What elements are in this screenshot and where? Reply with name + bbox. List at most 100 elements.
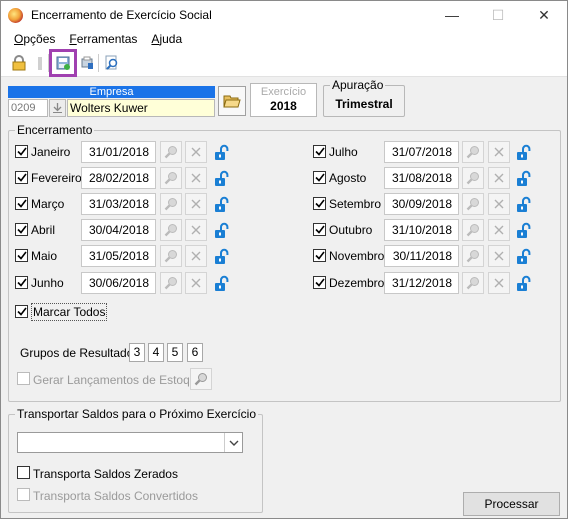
month-date-field[interactable]: 31/07/2018: [384, 141, 459, 163]
month-label: Setembro: [329, 197, 382, 211]
transporta-zerados-label: Transporta Saldos Zerados: [33, 467, 178, 481]
minimize-button[interactable]: —: [429, 1, 475, 29]
month-clear-button[interactable]: [488, 193, 510, 215]
month-search-button[interactable]: [462, 219, 484, 241]
month-row-setembro: Setembro 30/09/2018: [1, 193, 561, 215]
month-clear-button[interactable]: [488, 219, 510, 241]
unlock-icon[interactable]: [514, 195, 532, 213]
month-label: Dezembro: [329, 276, 385, 290]
transportar-select[interactable]: [17, 432, 243, 453]
empresa-code-field[interactable]: 0209: [8, 99, 48, 117]
month-checkbox[interactable]: [313, 145, 326, 158]
toolbar-save-button[interactable]: [49, 49, 77, 77]
unlock-icon[interactable]: [514, 274, 532, 292]
month-row-julho: Julho 31/07/2018: [1, 141, 561, 163]
month-clear-button[interactable]: [488, 141, 510, 163]
month-search-button[interactable]: [462, 141, 484, 163]
month-checkbox[interactable]: [313, 171, 326, 184]
gerar-lancamentos-label: Gerar Lançamentos de Estoque: [33, 373, 204, 387]
print-icon: [81, 56, 93, 69]
checkmark-icon: [16, 307, 27, 316]
grupo-field[interactable]: 4: [148, 343, 164, 362]
checkmark-icon: [314, 251, 325, 260]
title-bar: Encerramento de Exercício Social — ☐ ✕: [1, 1, 567, 29]
empresa-name-field[interactable]: Wolters Kuwer: [67, 99, 215, 117]
unlock-icon[interactable]: [514, 221, 532, 239]
grupos-resultado-label: Grupos de Resultado:: [20, 346, 137, 360]
grupo-field[interactable]: 6: [187, 343, 203, 362]
close-button[interactable]: ✕: [521, 1, 567, 29]
exercicio-value: 2018: [270, 99, 297, 113]
month-date-field[interactable]: 31/08/2018: [384, 167, 459, 189]
key-icon: [38, 57, 42, 70]
month-date-field[interactable]: 30/11/2018: [384, 245, 459, 267]
unlock-icon[interactable]: [514, 247, 532, 265]
month-row-outubro: Outubro 31/10/2018: [1, 219, 561, 241]
month-clear-button[interactable]: [488, 245, 510, 267]
save-icon: [56, 56, 70, 70]
close-icon: [494, 225, 504, 235]
zoom-icon: [105, 55, 118, 70]
month-clear-button[interactable]: [488, 167, 510, 189]
grupo-field[interactable]: 3: [129, 343, 145, 362]
month-search-button[interactable]: [462, 193, 484, 215]
apuracao-label: Apuração: [330, 78, 386, 92]
month-checkbox[interactable]: [313, 223, 326, 236]
transporta-zerados-checkbox[interactable]: [17, 466, 30, 479]
chevron-down-icon: [229, 440, 238, 446]
dropdown-arrow[interactable]: [224, 433, 242, 452]
month-row-novembro: Novembro 30/11/2018: [1, 245, 561, 267]
menu-ajuda[interactable]: Ajuda: [144, 32, 189, 46]
apuracao-value: Trimestral: [335, 97, 393, 111]
encerramento-label: Encerramento: [15, 123, 95, 137]
month-checkbox[interactable]: [313, 197, 326, 210]
month-row-agosto: Agosto 31/08/2018: [1, 167, 561, 189]
menu-bar: Opções Ferramentas Ajuda: [1, 29, 567, 49]
window-title: Encerramento de Exercício Social: [31, 8, 212, 22]
apuracao-group: Apuração Trimestral: [323, 78, 405, 117]
month-row-dezembro: Dezembro 31/12/2018: [1, 272, 561, 294]
month-search-button[interactable]: [462, 272, 484, 294]
empresa-label: Empresa: [8, 86, 215, 98]
unlock-icon[interactable]: [514, 169, 532, 187]
month-date-field[interactable]: 31/10/2018: [384, 219, 459, 241]
month-date-field[interactable]: 30/09/2018: [384, 193, 459, 215]
toolbar-print-button[interactable]: [76, 52, 98, 74]
month-clear-button[interactable]: [488, 272, 510, 294]
transporta-convertidos-label: Transporta Saldos Convertidos: [33, 489, 198, 503]
folder-open-icon: [223, 95, 241, 108]
month-date-field[interactable]: 31/12/2018: [384, 272, 459, 294]
toolbar: [1, 49, 567, 77]
close-icon: [494, 173, 504, 183]
unlock-icon[interactable]: [514, 143, 532, 161]
close-icon: [494, 278, 504, 288]
gerar-lancamentos-search-button[interactable]: [190, 368, 212, 390]
checkmark-icon: [314, 278, 325, 287]
empresa-lookup-button[interactable]: [49, 99, 66, 117]
month-label: Outubro: [329, 223, 373, 237]
toolbar-lock-button[interactable]: [8, 52, 30, 74]
marcar-todos-checkbox[interactable]: [15, 305, 28, 318]
magnifier-icon: [466, 198, 479, 211]
grupo-field[interactable]: 5: [167, 343, 183, 362]
lock-icon: [12, 55, 26, 71]
month-search-button[interactable]: [462, 167, 484, 189]
menu-opcoes[interactable]: Opções: [7, 32, 62, 46]
month-search-button[interactable]: [462, 245, 484, 267]
close-icon: [494, 251, 504, 261]
checkmark-icon: [314, 225, 325, 234]
month-checkbox[interactable]: [313, 276, 326, 289]
month-label: Agosto: [329, 171, 367, 185]
checkmark-icon: [314, 199, 325, 208]
magnifier-icon: [466, 250, 479, 263]
toolbar-zoom-button[interactable]: [101, 52, 123, 74]
open-folder-button[interactable]: [218, 86, 246, 116]
magnifier-icon: [466, 172, 479, 185]
month-checkbox[interactable]: [313, 249, 326, 262]
transporta-convertidos-checkbox: [17, 488, 30, 501]
magnifier-icon: [466, 277, 479, 290]
checkmark-icon: [314, 147, 325, 156]
transportar-label: Transportar Saldos para o Próximo Exercí…: [15, 407, 258, 421]
menu-ferramentas[interactable]: Ferramentas: [62, 32, 144, 46]
processar-button[interactable]: Processar: [463, 492, 560, 516]
